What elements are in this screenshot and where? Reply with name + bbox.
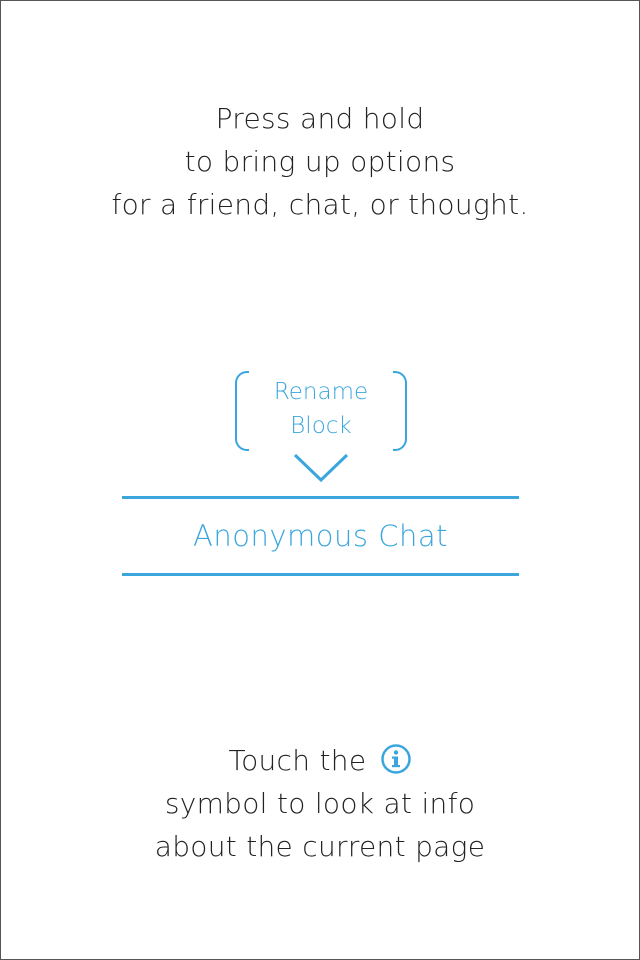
tutorial-screen: Press and hold to bring up options for a… — [0, 0, 640, 960]
anonymous-chat-row[interactable]: Anonymous Chat — [122, 496, 519, 576]
press-hold-instructions: Press and hold to bring up options for a… — [1, 97, 639, 226]
info-icon — [380, 744, 411, 774]
info-line-1-text: Touch the — [228, 744, 367, 777]
info-instructions: Touch the symbol to look at info about t… — [1, 739, 639, 868]
block-option[interactable]: Block — [233, 411, 409, 441]
instruction-line-3: for a friend, chat, or thought. — [111, 188, 529, 221]
info-line-3: about the current page — [154, 830, 486, 863]
info-line-1: Touch the — [1, 739, 639, 782]
info-line-2: symbol to look at info — [164, 787, 476, 820]
options-popup: Rename Block — [233, 371, 409, 451]
chevron-down-icon — [293, 453, 349, 483]
instruction-line-2: to bring up options — [184, 145, 456, 178]
rename-option[interactable]: Rename — [233, 377, 409, 407]
chat-row-label: Anonymous Chat — [193, 519, 448, 553]
instruction-line-1: Press and hold — [215, 102, 425, 135]
